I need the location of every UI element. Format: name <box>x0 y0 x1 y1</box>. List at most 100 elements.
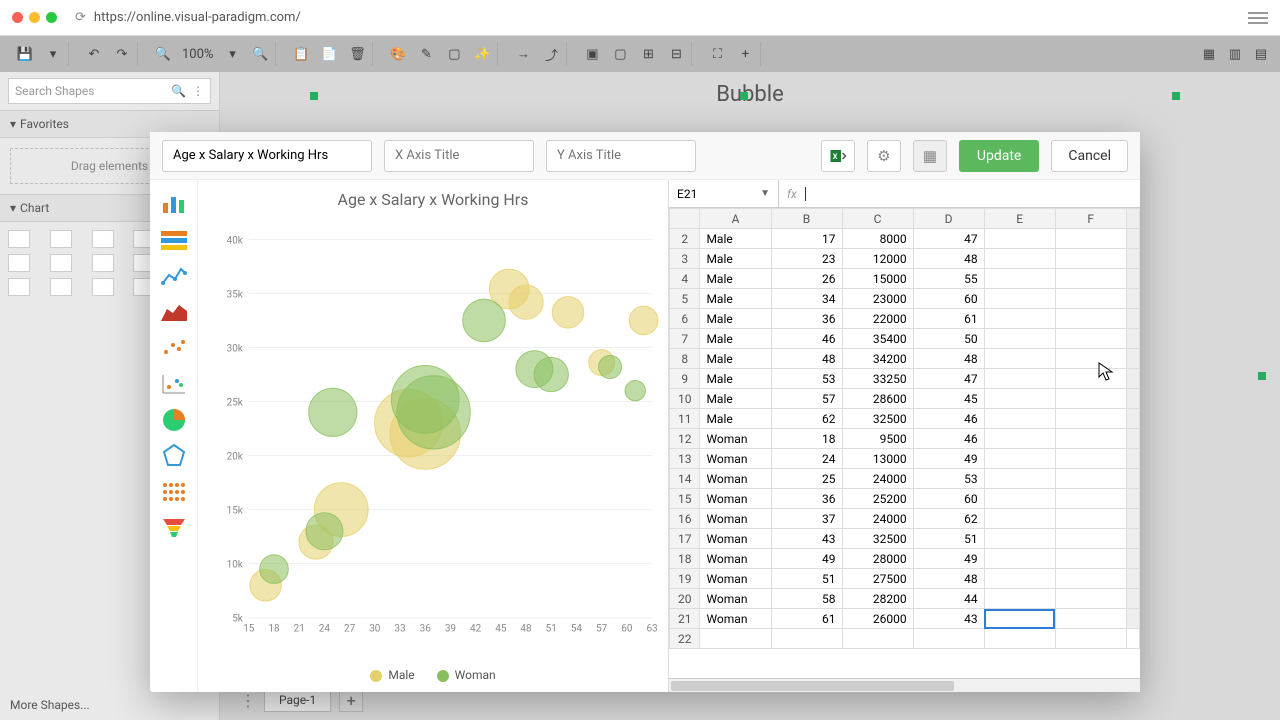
bubble-type-icon[interactable] <box>160 372 188 396</box>
page-menu-icon[interactable]: ⋮ <box>240 691 256 710</box>
line-color-icon[interactable]: ✎ <box>417 45 435 63</box>
heatmap-type-icon[interactable] <box>160 480 188 504</box>
svg-text:10k: 10k <box>227 560 244 571</box>
canvas-chart-label: Bubble <box>716 82 784 107</box>
waypoint-icon[interactable]: ⤴ <box>542 45 560 63</box>
heatmap-icon[interactable] <box>92 254 114 272</box>
funnel-type-icon[interactable] <box>160 516 188 540</box>
svg-text:5k: 5k <box>232 614 244 625</box>
svg-text:42: 42 <box>470 624 482 635</box>
fill-color-icon[interactable]: 🎨 <box>389 45 407 63</box>
chevron-down-icon[interactable]: ▾ <box>44 45 62 63</box>
reload-icon[interactable]: ⟳ <box>75 10 86 25</box>
rose-chart-icon[interactable] <box>92 278 114 296</box>
formula-bar[interactable]: fx <box>779 180 1140 207</box>
connector-icon[interactable]: → <box>514 45 532 63</box>
spreadsheet-panel: E21 ▼ fx ABCDEF2Male178000473Male2312000… <box>668 180 1140 692</box>
radar-chart-icon[interactable] <box>50 254 72 272</box>
data-grid[interactable]: ABCDEF2Male178000473Male2312000484Male26… <box>669 208 1140 678</box>
svg-text:60: 60 <box>621 624 633 635</box>
maximize-window-icon[interactable] <box>46 12 57 23</box>
gauge-chart-icon[interactable] <box>50 278 72 296</box>
zoom-in-icon[interactable]: 🔍 <box>251 45 269 63</box>
more-icon[interactable]: ⋮ <box>192 84 204 98</box>
svg-text:63: 63 <box>646 624 657 635</box>
svg-text:45: 45 <box>495 624 507 635</box>
layout-icon[interactable]: ▤ <box>1252 45 1270 63</box>
to-back-icon[interactable]: ▢ <box>611 45 629 63</box>
svg-text:33: 33 <box>394 624 405 635</box>
dialog-header: X ⚙ ▦ Update Cancel <box>150 132 1140 180</box>
fx-icon: fx <box>787 187 797 201</box>
svg-text:35k: 35k <box>227 289 244 300</box>
column-chart-type-icon[interactable] <box>160 192 188 216</box>
svg-text:25k: 25k <box>227 398 244 409</box>
pie-chart-type-icon[interactable] <box>160 408 188 432</box>
line-chart-type-icon[interactable] <box>160 264 188 288</box>
style-icon[interactable]: ✨ <box>473 45 491 63</box>
app-toolbar: 💾 ▾ ↶ ↷ 🔍 100% ▾ 🔍 📋 📄 🗑 🎨 ✎ ▢ ✨ → ⤴ ▣ ▢… <box>0 36 1280 72</box>
legend-item-woman: Woman <box>437 668 496 682</box>
ungroup-icon[interactable]: ⊟ <box>667 45 685 63</box>
chart-title-input[interactable] <box>162 140 372 172</box>
selection-handle-icon[interactable] <box>740 92 748 100</box>
zoom-out-icon[interactable]: 🔍 <box>154 45 172 63</box>
cancel-button[interactable]: Cancel <box>1051 140 1128 172</box>
bubble-chart-svg: 5k10k15k20k25k30k35k40k15182124273033363… <box>204 213 662 664</box>
stacked-bar-type-icon[interactable] <box>160 228 188 252</box>
donut-chart-icon[interactable] <box>8 278 30 296</box>
chevron-down-icon[interactable]: ▼ <box>760 188 770 199</box>
svg-text:15: 15 <box>243 624 255 635</box>
selection-handle-icon[interactable] <box>310 92 318 100</box>
shadow-icon[interactable]: ▢ <box>445 45 463 63</box>
to-front-icon[interactable]: ▣ <box>583 45 601 63</box>
address-bar[interactable]: ⟳ https://online.visual-paradigm.com/ <box>67 10 1238 25</box>
line-chart-icon[interactable] <box>92 230 114 248</box>
delete-icon[interactable]: 🗑 <box>348 45 366 63</box>
minimize-window-icon[interactable] <box>29 12 40 23</box>
y-axis-title-input[interactable] <box>546 140 696 172</box>
hamburger-menu-icon[interactable] <box>1248 12 1268 24</box>
format-panel-icon[interactable]: ▥ <box>1226 45 1244 63</box>
more-shapes-link[interactable]: More Shapes... <box>10 698 90 712</box>
x-axis-title-input[interactable] <box>384 140 534 172</box>
search-icon[interactable]: 🔍 <box>171 84 186 98</box>
bar-chart-icon[interactable] <box>8 230 30 248</box>
chevron-down-icon[interactable]: ▾ <box>223 45 241 63</box>
redo-icon[interactable]: ↷ <box>113 45 131 63</box>
selection-handle-icon[interactable] <box>1258 372 1266 380</box>
chart-title: Age x Salary x Working Hrs <box>204 190 662 209</box>
browser-chrome: ⟳ https://online.visual-paradigm.com/ <box>0 0 1280 36</box>
selection-handle-icon[interactable] <box>1172 92 1180 100</box>
save-icon[interactable]: 💾 <box>16 45 34 63</box>
chart-preview: Age x Salary x Working Hrs 5k10k15k20k25… <box>198 180 668 692</box>
excel-import-icon[interactable]: X <box>821 140 855 172</box>
window-controls <box>12 12 57 23</box>
svg-text:27: 27 <box>344 624 356 635</box>
horizontal-scrollbar[interactable] <box>669 678 1140 692</box>
group-icon[interactable]: ⊞ <box>639 45 657 63</box>
gear-icon[interactable]: ⚙ <box>867 140 901 172</box>
cell-reference-input[interactable]: E21 ▼ <box>669 180 779 207</box>
data-grid-icon[interactable]: ▦ <box>913 140 947 172</box>
stacked-bar-icon[interactable] <box>50 230 72 248</box>
svg-text:30k: 30k <box>227 343 244 354</box>
paste-icon[interactable]: 📄 <box>320 45 338 63</box>
svg-text:36: 36 <box>420 624 432 635</box>
outline-icon[interactable]: ▦ <box>1200 45 1218 63</box>
zoom-level[interactable]: 100% <box>182 47 213 62</box>
pie-chart-icon[interactable] <box>8 254 30 272</box>
fit-icon[interactable]: ⛶ <box>708 45 726 63</box>
search-placeholder: Search Shapes <box>15 84 171 98</box>
undo-icon[interactable]: ↶ <box>85 45 103 63</box>
svg-text:57: 57 <box>596 624 608 635</box>
update-button[interactable]: Update <box>959 140 1039 172</box>
area-chart-type-icon[interactable] <box>160 300 188 324</box>
radar-chart-type-icon[interactable] <box>160 444 188 468</box>
add-icon[interactable]: + <box>736 45 754 63</box>
copy-icon[interactable]: 📋 <box>292 45 310 63</box>
search-shapes-input[interactable]: Search Shapes 🔍 ⋮ <box>8 78 211 104</box>
close-window-icon[interactable] <box>12 12 23 23</box>
chart-type-strip <box>150 180 198 692</box>
scatter-type-icon[interactable] <box>160 336 188 360</box>
